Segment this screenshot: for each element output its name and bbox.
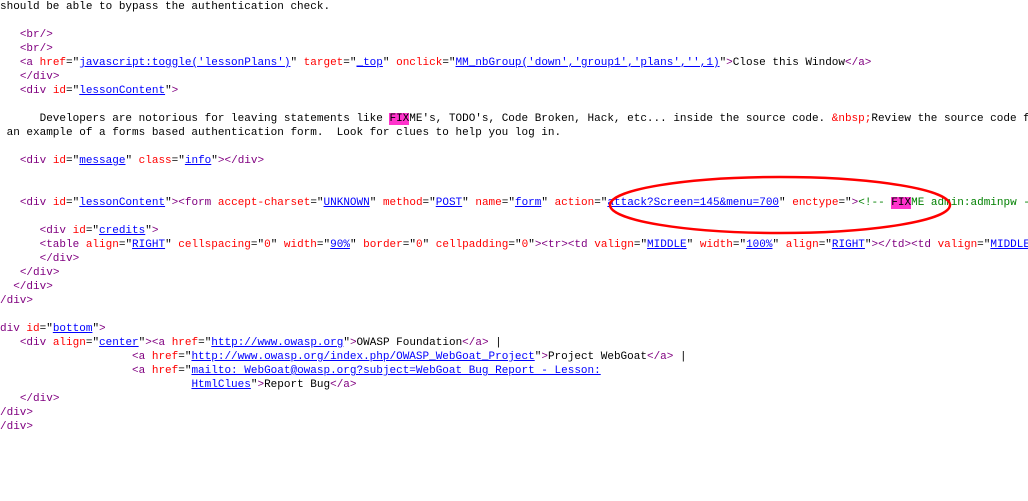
code-line: <a href="javascript:toggle('lessonPlans'… bbox=[0, 56, 1028, 70]
code-line: </div> bbox=[0, 70, 1028, 84]
highlight-fix: FIX bbox=[891, 197, 911, 209]
attr: 0 bbox=[416, 239, 423, 251]
link-text: Project WebGoat bbox=[548, 351, 647, 363]
link-href[interactable]: javascript:toggle('lessonPlans') bbox=[79, 57, 290, 69]
link-text: Report Bug bbox=[264, 379, 330, 391]
intro-text: should be able to bypass the authenticat… bbox=[0, 1, 330, 13]
code-line: div id="bottom"> bbox=[0, 322, 1028, 336]
div-id: credits bbox=[99, 225, 145, 237]
attr: center bbox=[99, 337, 139, 349]
code-line: <div id="message" class="info"></div> bbox=[0, 154, 1028, 168]
code-line: HtmlClues">Report Bug</a> bbox=[0, 378, 1028, 392]
attr: RIGHT bbox=[832, 239, 865, 251]
text-line: should be able to bypass the authenticat… bbox=[0, 0, 1028, 14]
code-line: <a href="http://www.owasp.org/index.php/… bbox=[0, 350, 1028, 364]
comment-open: <!-- bbox=[858, 197, 891, 209]
code-line: <div align="center"><a href="http://www.… bbox=[0, 336, 1028, 350]
div-id: lessonContent bbox=[79, 197, 165, 209]
form-action[interactable]: attack?Screen=145&menu=700 bbox=[607, 197, 779, 209]
code-line: </div> bbox=[0, 266, 1028, 280]
code-line: <table align="RIGHT" cellspacing="0" wid… bbox=[0, 238, 1028, 252]
attr: MIDDLE bbox=[647, 239, 687, 251]
code-line: <div id="lessonContent"><form accept-cha… bbox=[0, 196, 1028, 210]
attr: POST bbox=[436, 197, 462, 209]
code-line: </div> bbox=[0, 252, 1028, 266]
code-line: <br/> bbox=[0, 28, 1028, 42]
div-id: lessonContent bbox=[79, 85, 165, 97]
link-text: Close this Window bbox=[733, 57, 845, 69]
code-line: </div> bbox=[0, 392, 1028, 406]
text: ME's, TODO's, Code Broken, Hack, etc... … bbox=[409, 113, 831, 125]
link-text: OWASP Foundation bbox=[357, 337, 463, 349]
attr: 0 bbox=[264, 239, 271, 251]
link-href[interactable]: mailto: WebGoat@owasp.org?subject=WebGoa… bbox=[191, 365, 600, 377]
code-line: /div> bbox=[0, 406, 1028, 420]
attr: 90% bbox=[330, 239, 350, 251]
div-class: info bbox=[185, 155, 211, 167]
attr: form bbox=[515, 197, 541, 209]
code-line: <div id="credits"> bbox=[0, 224, 1028, 238]
code-line: <br/> bbox=[0, 42, 1028, 56]
div-id: message bbox=[79, 155, 125, 167]
link-target: _top bbox=[356, 57, 382, 69]
code-line: <a href="mailto: WebGoat@owasp.org?subje… bbox=[0, 364, 1028, 378]
code-line: <div id="lessonContent"> bbox=[0, 84, 1028, 98]
link-href[interactable]: http://www.owasp.org/index.php/OWASP_Web… bbox=[191, 351, 534, 363]
link-onclick: MM_nbGroup('down','group1','plans','',1) bbox=[456, 57, 720, 69]
code-text-line: Developers are notorious for leaving sta… bbox=[0, 112, 1028, 126]
code-line: /div> bbox=[0, 294, 1028, 308]
attr: MIDDLE bbox=[990, 239, 1028, 251]
link-href[interactable]: http://www.owasp.org bbox=[211, 337, 343, 349]
code-line: </div> bbox=[0, 280, 1028, 294]
attr: 100% bbox=[746, 239, 772, 251]
highlight-fix: FIX bbox=[389, 113, 409, 125]
attr: RIGHT bbox=[132, 239, 165, 251]
text: Developers are notorious for leaving sta… bbox=[40, 113, 390, 125]
link-href-cont: HtmlClues bbox=[191, 379, 250, 391]
code-line: /div> bbox=[0, 420, 1028, 434]
text: Review the source code for any comments … bbox=[871, 113, 1028, 125]
entity: &nbsp; bbox=[832, 113, 872, 125]
code-text-line: an example of a forms based authenticati… bbox=[0, 126, 1028, 140]
text: an example of a forms based authenticati… bbox=[0, 127, 561, 139]
separator: | bbox=[489, 337, 509, 349]
separator: | bbox=[673, 351, 693, 363]
div-id: bottom bbox=[53, 323, 93, 335]
attr: 0 bbox=[522, 239, 529, 251]
attr: UNKNOWN bbox=[324, 197, 370, 209]
comment-text: ME admin:adminpw -- bbox=[911, 197, 1028, 209]
